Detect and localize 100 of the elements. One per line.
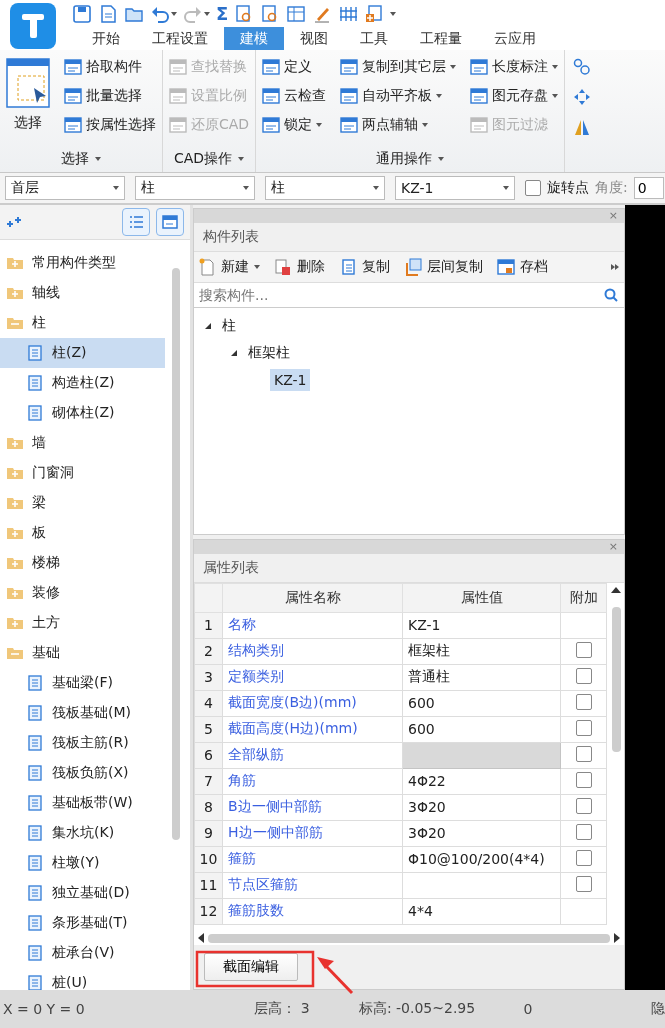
checkbox[interactable] [575,797,592,814]
ribbon-button[interactable]: 拾取构件 [64,54,156,80]
tree-item[interactable]: 楼梯 [0,548,190,578]
toolbar-button[interactable]: 存档 [497,258,548,276]
checkbox[interactable] [575,693,592,710]
tree-item[interactable]: 砌体柱(Z) [0,398,165,428]
tree-item[interactable]: 板 [0,518,190,548]
property-value[interactable]: 3Φ20 [402,820,561,847]
ribbon-tab[interactable]: 工程设置 [136,27,224,50]
ribbon-tab[interactable]: 工具 [344,27,404,50]
mirror-icon[interactable] [573,118,592,136]
property-value[interactable]: Φ10@100/200(4*4) [402,846,561,873]
table-icon[interactable] [286,3,307,24]
group-menu[interactable]: CAD操作 [174,146,245,172]
ribbon-button[interactable]: 云检查 [262,83,327,109]
ribbon-tab[interactable]: 开始 [76,27,136,50]
tree-item[interactable]: 基础 [0,638,190,668]
tree-item[interactable]: 桩(U) [0,968,165,990]
circles-icon[interactable] [573,58,592,76]
ribbon-tab[interactable]: 视图 [284,27,344,50]
tree-item[interactable]: 基础梁(F) [0,668,165,698]
tree-item[interactable]: KZ-1 [270,368,311,391]
scrollbar[interactable] [612,606,621,752]
tree-item[interactable]: 筏板基础(M) [0,698,165,728]
column-header[interactable]: 附加 [560,583,607,613]
checkbox[interactable] [575,667,592,684]
ribbon-button[interactable]: 图元存盘 [470,83,559,109]
toolbar-button[interactable]: 新建 [198,258,260,276]
tree-item[interactable]: 条形基础(T) [0,908,165,938]
tree-item[interactable]: 构造柱(Z) [0,368,165,398]
expanded-triangle-icon[interactable] [230,348,238,357]
tree-item[interactable]: 梁 [0,488,190,518]
dropdown-field[interactable]: KZ-1 [395,176,515,200]
tree-item[interactable]: 墙 [0,428,190,458]
ribbon-button[interactable]: 选择 [6,54,50,138]
list-view-button[interactable] [122,208,150,236]
tree-item[interactable]: 筏板负筋(X) [0,758,165,788]
tree-item[interactable]: 基础板带(W) [0,788,165,818]
app-logo[interactable] [10,3,56,49]
scrollbar[interactable] [172,268,180,840]
scrollbar[interactable] [208,933,610,943]
property-value[interactable]: 普通柱 [402,664,561,691]
scroll-left-icon[interactable] [198,933,204,944]
property-value[interactable]: 4*4 [402,898,561,925]
tree-item[interactable]: 土方 [0,608,190,638]
tree-item[interactable]: 桩承台(V) [0,938,165,968]
section-edit-button[interactable]: 截面编辑 [204,953,298,982]
ribbon-button[interactable]: 批量选择 [64,83,156,109]
scroll-up-icon[interactable] [611,586,621,593]
property-value[interactable]: 4Φ22 [402,768,561,795]
dropdown-field[interactable]: 柱 [265,176,385,200]
column-header[interactable]: 属性值 [402,583,561,613]
tree-item[interactable]: 柱 [218,313,240,338]
more-icon[interactable] [610,262,620,272]
ribbon-button[interactable]: 复制到其它层 [340,54,457,80]
new-document-icon[interactable] [98,3,118,24]
ribbon-button[interactable]: 两点辅轴 [340,112,457,138]
tree-item[interactable]: 柱(Z) [0,338,165,368]
tree-item[interactable]: 独立基础(D) [0,878,165,908]
tree-item[interactable]: 框架柱 [244,340,294,365]
property-value[interactable]: 600 [402,716,561,743]
checkbox[interactable] [525,180,541,196]
expanded-triangle-icon[interactable] [204,321,212,330]
group-menu[interactable]: 选择 [61,146,101,172]
dropdown-field[interactable]: 柱 [135,176,255,200]
toolbar-button[interactable]: 层间复制 [404,258,483,276]
checkbox[interactable] [575,745,592,762]
toolbar-button[interactable]: 删除 [274,258,325,276]
ribbon-button[interactable]: 定义 [262,54,327,80]
document-add-icon[interactable] [364,3,385,24]
ribbon-button[interactable]: 按属性选择 [64,112,156,138]
ribbon-button[interactable]: 长度标注 [470,54,559,80]
tree-item[interactable]: 柱墩(Y) [0,848,165,878]
tree-item[interactable]: 轴线 [0,278,190,308]
tree-item[interactable]: 筏板主筋(R) [0,728,165,758]
checkbox[interactable] [575,641,592,658]
search-field[interactable]: 搜索构件... [197,286,604,304]
dropdown-field[interactable]: 首层 [5,176,125,200]
tree-item[interactable]: 门窗洞 [0,458,190,488]
toolbar-button[interactable]: 复制 [339,258,390,276]
tree-item[interactable]: 集水坑(K) [0,818,165,848]
ribbon-tab[interactable]: 工程量 [404,27,478,50]
move-arrows-icon[interactable] [573,88,592,106]
tree-item[interactable]: 常用构件类型 [0,248,190,278]
property-value[interactable]: 框架柱 [402,638,561,665]
column-header[interactable]: 属性名称 [222,583,403,613]
angle-field[interactable]: 0 [633,177,664,199]
ribbon-button[interactable]: 锁定 [262,112,327,138]
checkbox[interactable] [575,719,592,736]
panel-view-button[interactable] [156,208,184,236]
save-icon[interactable] [72,3,92,24]
property-value[interactable]: 3Φ20 [402,794,561,821]
property-value[interactable]: 600 [402,690,561,717]
scroll-right-icon[interactable] [614,933,620,944]
ribbon-tab[interactable]: 云应用 [478,27,552,50]
add-icon[interactable] [6,216,22,228]
sum-button[interactable]: Σ [216,3,229,24]
property-value[interactable]: KZ-1 [402,612,561,639]
search-icon[interactable] [604,288,618,302]
checkbox[interactable] [575,849,592,866]
